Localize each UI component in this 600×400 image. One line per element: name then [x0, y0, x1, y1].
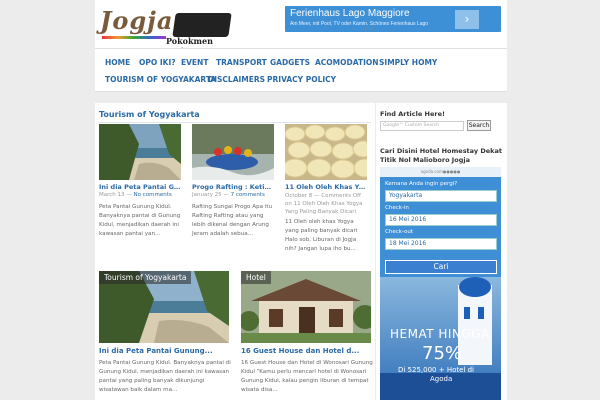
promo-detail: Di 525,000 + Hotel di — [398, 366, 474, 374]
card-date: January 25 — [192, 192, 222, 198]
main-content: Tourism of Yogyakarta Ini dia Peta Panta… — [95, 103, 375, 400]
card-title[interactable]: Ini dia Peta Pantai Gu... — [99, 183, 181, 191]
search-button[interactable]: Search — [467, 120, 491, 131]
card-excerpt: Peta Pantai Gunung Kidul. Banyaknya pant… — [99, 204, 181, 237]
logo-emblem — [172, 13, 232, 37]
cari-button[interactable]: Cari — [385, 260, 497, 274]
search-input[interactable]: Google™ Custom Search — [380, 121, 464, 131]
site-header: Jogja Pokokmen Jogja og Ferienhaus Lago … — [95, 0, 507, 56]
hotel-widget-title: Cari Disini Hotel Homestay Dekat Titik N… — [380, 147, 502, 164]
section-divider — [99, 122, 371, 123]
card-comments[interactable]: No comments — [134, 192, 172, 198]
promo-brand: Agoda — [430, 375, 453, 383]
card-meta: March 13 — No comments — [99, 192, 172, 198]
promo-percent: 75% — [422, 343, 463, 364]
ad-title[interactable]: Ferienhaus Lago Maggiore — [290, 8, 410, 19]
big-card-thumb-beach[interactable]: Tourism of Yogyakarta — [99, 271, 229, 343]
big-card-title[interactable]: Ini dia Peta Pantai Gunung... — [99, 347, 229, 355]
meta-separator: — — [223, 192, 229, 198]
destination-input[interactable]: Yogyakarta — [385, 190, 497, 202]
site-logo[interactable]: Jogja Pokokmen Jogja og — [100, 6, 232, 56]
meta-separator: — — [314, 193, 320, 199]
card-title[interactable]: Progo Rafting : Ketika... — [192, 183, 274, 191]
agoda-promo-banner[interactable]: HEMAT HINGGA 75% Di 525,000 + Hotel di A… — [380, 277, 501, 400]
card-meta: January 25 — 7 comments — [192, 192, 265, 198]
nav-opo-iki[interactable]: OPO IKI? — [139, 58, 176, 67]
nav-disclaimers[interactable]: DISCLAIMERS — [208, 75, 265, 84]
main-nav: HOME OPO IKI? EVENT TRANSPORT GADGETS AC… — [95, 48, 507, 92]
nav-simply-homy[interactable]: SIMPLY HOMY — [379, 58, 437, 67]
agoda-logo: agoda.com●●●●● — [380, 167, 501, 177]
nav-acomodation[interactable]: ACOMODATION — [315, 58, 379, 67]
card-comments[interactable]: 7 comments — [231, 192, 265, 198]
ad-subtitle: Am Meer, mit Pool, TV oder Kamin. Schöne… — [290, 21, 429, 27]
card-thumb-bakpia[interactable] — [285, 124, 367, 180]
find-article-title: Find Article Here! — [380, 110, 445, 118]
category-label[interactable]: Hotel — [241, 271, 271, 284]
card-thumb-beach[interactable] — [99, 124, 181, 180]
card-title[interactable]: 11 Oleh Oleh Khas Yogy... — [285, 183, 367, 191]
nav-gadgets[interactable]: GADGETS — [270, 58, 310, 67]
checkout-input[interactable]: 18 Mei 2016 — [385, 238, 497, 250]
ad-arrow-button[interactable]: › — [455, 10, 479, 29]
nav-tourism[interactable]: TOURISM OF YOGYAKARTA — [105, 75, 216, 84]
category-label[interactable]: Tourism of Yogyakarta — [99, 271, 192, 284]
ad-choice-dots[interactable]: ○ ○ — [363, 26, 373, 32]
card-date: March 13 — [99, 192, 125, 198]
agoda-widget: agoda.com●●●●● Kemana Anda ingin pergi? … — [380, 167, 501, 400]
checkout-label: Check-out — [385, 229, 414, 235]
card-excerpt: 11 Oleh oleh khas Yogya yang paling bany… — [285, 219, 358, 252]
checkin-input[interactable]: 16 Mei 2016 — [385, 214, 497, 226]
nav-home[interactable]: HOME — [105, 58, 130, 67]
promo-heading: HEMAT HINGGA — [390, 327, 490, 341]
logo-text: Jogja — [100, 6, 174, 35]
beach-photo — [99, 124, 181, 180]
card-date: October 8 — [285, 193, 313, 199]
big-card-title[interactable]: 16 Guest House dan Hotel d... — [241, 347, 371, 355]
agoda-form: agoda.com●●●●● Kemana Anda ingin pergi? … — [380, 167, 501, 277]
nav-event[interactable]: EVENT — [181, 58, 208, 67]
section-title[interactable]: Tourism of Yogyakarta — [99, 110, 200, 119]
nav-privacy-policy[interactable]: PRIVACY POLICY — [267, 75, 336, 84]
checkin-label: Check-in — [385, 205, 409, 211]
card-thumb-rafting[interactable] — [192, 124, 274, 180]
bakpia-photo — [285, 124, 367, 180]
sidebar: Find Article Here! Google™ Custom Search… — [376, 103, 507, 400]
nav-transport[interactable]: TRANSPORT — [216, 58, 267, 67]
big-card-excerpt: 16 Guest House dan Hotel di Wonosari Gun… — [241, 360, 373, 393]
big-card-excerpt: Peta Pantai Gunung Kidul. Banyaknya pant… — [99, 360, 231, 393]
header-ad-banner[interactable]: Ferienhaus Lago Maggiore Am Meer, mit Po… — [285, 6, 501, 32]
rafting-photo — [192, 124, 274, 180]
card-excerpt: Rafting Sungai Progo Apa itu Rafting Raf… — [192, 204, 273, 237]
destination-label: Kemana Anda ingin pergi? — [385, 181, 458, 187]
meta-separator: — — [126, 192, 132, 198]
logo-color-bar — [102, 36, 166, 39]
big-card-thumb-hotel[interactable]: Hotel — [241, 271, 371, 343]
card-meta: October 8 — Comments Off on 11 Oleh Oleh… — [285, 192, 369, 216]
